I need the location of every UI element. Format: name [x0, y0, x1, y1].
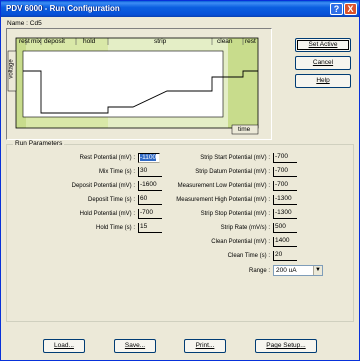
measurement-low-potential-label: Measurement Low Potential (mV) : [177, 183, 270, 189]
phase-label-clean: clean [217, 38, 233, 45]
measurement-low-potential-field[interactable]: -700 [273, 181, 297, 191]
hold-time-field[interactable]: 15 [138, 223, 162, 233]
strip-datum-potential-field[interactable]: -700 [273, 167, 297, 177]
set-active-button[interactable]: Set Active [295, 38, 351, 52]
strip-rate-field[interactable]: 500 [273, 223, 297, 233]
hold-potential-label: Hold Potential (mV) : [79, 211, 135, 217]
run-parameters-group: Run Parameters Rest Potential (mV) : -11… [6, 140, 354, 322]
hold-time-label: Hold Time (s) : [95, 225, 135, 231]
deposit-potential-field[interactable]: -1600 [138, 181, 162, 191]
load-button[interactable]: Load... [43, 339, 85, 353]
help-button[interactable]: Help [295, 74, 351, 88]
waveform-svg [7, 37, 259, 135]
measurement-high-potential-label: Measurement High Potential (mV) : [176, 197, 270, 203]
strip-stop-potential-field[interactable]: -1300 [273, 209, 297, 219]
phase-label-rest: rest [19, 38, 30, 45]
chevron-down-icon[interactable]: ▼ [313, 266, 322, 275]
deposit-potential-label: Deposit Potential (mV) : [71, 183, 135, 189]
deposit-time-field[interactable]: 60 [138, 195, 162, 205]
strip-datum-potential-label: Strip Datum Potential (mV) : [195, 169, 270, 175]
phase-label-deposit: deposit [44, 38, 65, 45]
print-button[interactable]: Print... [184, 339, 226, 353]
phase-label-strip: strip [154, 38, 167, 45]
rest-potential-label: Rest Potential (mV) : [79, 155, 135, 161]
range-select[interactable]: 200 uA ▼ [273, 265, 323, 276]
y-axis-label: voltage [8, 59, 15, 79]
close-icon[interactable]: X [344, 3, 357, 15]
clean-time-field[interactable]: 20 [273, 251, 297, 261]
measurement-high-potential-field[interactable]: -1300 [273, 195, 297, 205]
hold-potential-field[interactable]: -700 [138, 209, 162, 219]
range-label: Range : [248, 268, 270, 274]
phase-label-mix: mix [31, 38, 42, 45]
method-name: Name : Cd5 [7, 20, 42, 27]
waveform-graph: rest mix deposit hold strip clean rest v… [6, 28, 272, 140]
deposit-time-label: Deposit Time (s) : [87, 197, 135, 203]
strip-stop-potential-label: Strip Stop Potential (mV) : [200, 211, 270, 217]
page-setup-button[interactable]: Page Setup... [255, 339, 317, 353]
phase-label-rest-end: rest [245, 38, 256, 45]
strip-start-potential-field[interactable]: -700 [273, 153, 297, 163]
mix-time-label: Mix Time (s) : [99, 169, 135, 175]
mix-time-field[interactable]: 30 [138, 167, 162, 177]
clean-potential-label: Clean Potential (mV) : [211, 239, 270, 245]
save-button[interactable]: Save... [114, 339, 156, 353]
help-icon[interactable]: ? [330, 3, 343, 15]
run-parameters-title: Run Parameters [13, 140, 65, 147]
strip-start-potential-label: Strip Start Potential (mV) : [200, 155, 270, 161]
clean-time-label: Clean Time (s) : [227, 253, 270, 259]
clean-potential-field[interactable]: 1400 [273, 237, 297, 247]
title-bar[interactable]: PDV 6000 - Run Configuration ? X [1, 1, 359, 17]
strip-rate-label: Strip Rate (mV/s) : [220, 225, 270, 231]
run-configuration-window: PDV 6000 - Run Configuration ? X Name : … [0, 0, 360, 361]
cancel-button[interactable]: Cancel [295, 56, 351, 70]
rest-potential-field[interactable]: -1100 [138, 153, 160, 163]
phase-label-hold: hold [83, 38, 96, 45]
range-value: 200 uA [276, 267, 297, 274]
window-title: PDV 6000 - Run Configuration [6, 4, 120, 13]
x-axis-label: time [238, 126, 251, 133]
